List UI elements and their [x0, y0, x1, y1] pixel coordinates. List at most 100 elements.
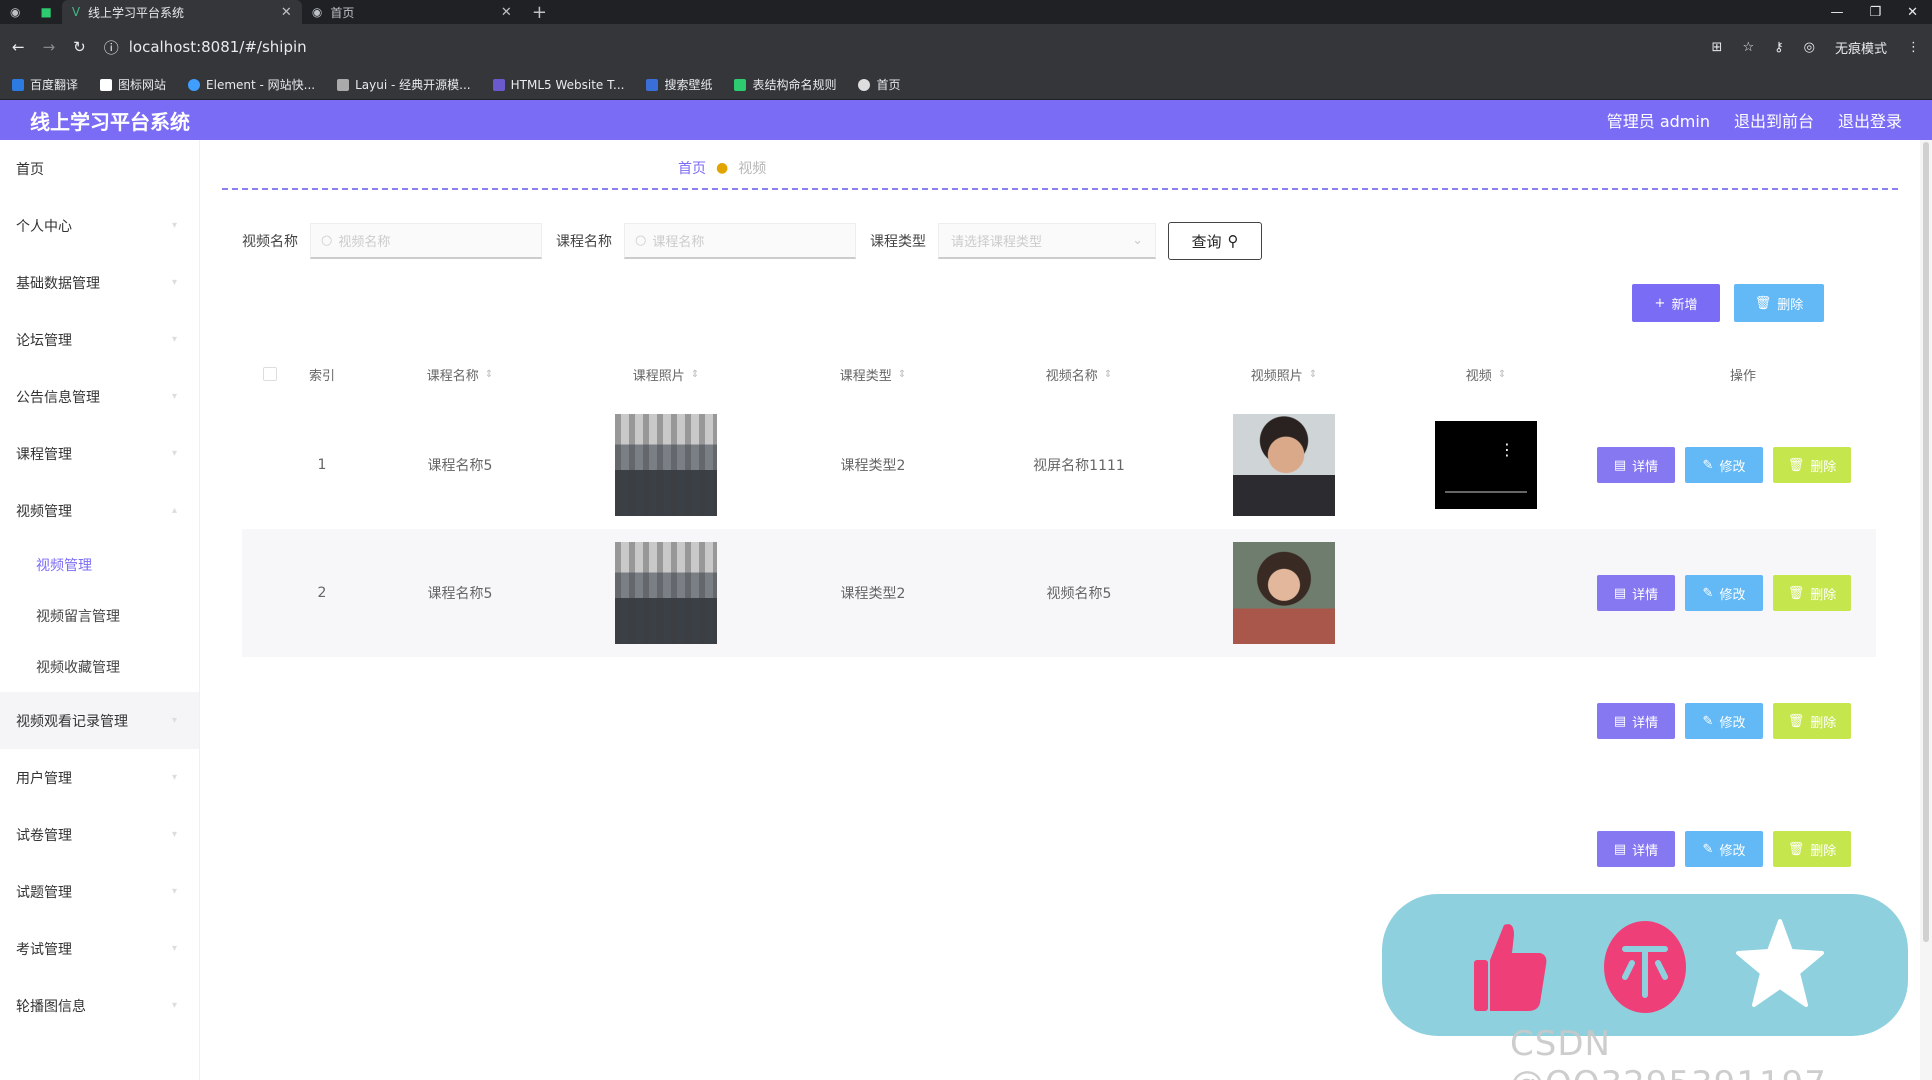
bookmark-item[interactable]: 图标网站	[100, 76, 166, 93]
sidebar-item-watch-record[interactable]: 视频观看记录管理 ▾	[0, 692, 199, 749]
pencil-icon: ✎	[1702, 457, 1714, 473]
course-photo-image[interactable]	[615, 542, 717, 644]
more-icon[interactable]: ⋮	[1907, 40, 1920, 55]
detail-button[interactable]: ▤ 详情	[1597, 703, 1675, 739]
select-all-checkbox[interactable]	[260, 367, 280, 381]
sidebar-item-question[interactable]: 试题管理 ▾	[0, 863, 199, 920]
video-player[interactable]: ⋮	[1435, 421, 1537, 509]
more-options-icon[interactable]: ⋮	[1499, 442, 1515, 458]
edit-button[interactable]: ✎ 修改	[1685, 447, 1763, 483]
header-video-photo[interactable]: 视频照片 ⇕	[1182, 365, 1386, 384]
reload-icon[interactable]: ↻	[73, 38, 86, 56]
chevron-down-icon: ▾	[171, 943, 177, 954]
video-progress-bar[interactable]	[1445, 491, 1527, 493]
coin-icon[interactable]	[1600, 915, 1690, 1015]
sidebar-subitem-video-favorite[interactable]: 视频收藏管理	[0, 641, 199, 692]
restore-icon[interactable]: ❐	[1869, 5, 1881, 20]
course-name-input[interactable]: ○ 课程名称	[624, 223, 856, 259]
browser-menu-icon[interactable]: ◉	[0, 0, 30, 24]
sidebar-item-profile[interactable]: 个人中心 ▾	[0, 197, 199, 254]
detail-button[interactable]: ▤ 详情	[1597, 831, 1675, 867]
sidebar-item-video[interactable]: 视频管理 ▴	[0, 482, 199, 539]
bookmark-label: 搜索壁纸	[664, 78, 713, 92]
bookmark-item[interactable]: HTML5 Website T...	[492, 78, 624, 92]
video-photo-image[interactable]	[1233, 542, 1335, 644]
bookmark-icon	[100, 78, 113, 91]
document-icon: ▤	[1613, 841, 1627, 857]
bookmark-item[interactable]: 百度翻译	[12, 76, 78, 93]
bookmark-item[interactable]: Layui - 经典开源模...	[337, 76, 471, 93]
sidebar-item-carousel[interactable]: 轮播图信息 ▾	[0, 977, 199, 1034]
delete-button[interactable]: 🗑 删除	[1773, 831, 1851, 867]
favorite-star-icon[interactable]	[1735, 915, 1825, 1015]
detail-button[interactable]: ▤ 详情	[1597, 447, 1675, 483]
bookmark-item[interactable]: Element - 网站快...	[188, 76, 315, 93]
forward-icon[interactable]: →	[43, 38, 56, 56]
add-button[interactable]: + 新增	[1632, 284, 1720, 322]
close-window-icon[interactable]: ✕	[1907, 5, 1918, 20]
delete-button[interactable]: 🗑 删除	[1773, 703, 1851, 739]
sidebar-item-exam[interactable]: 考试管理 ▾	[0, 920, 199, 977]
sidebar-item-notice[interactable]: 公告信息管理 ▾	[0, 368, 199, 425]
sidebar-item-basic-data[interactable]: 基础数据管理 ▾	[0, 254, 199, 311]
url-field[interactable]: ⓘ localhost:8081/#/shipin	[104, 37, 1694, 58]
course-photo-image[interactable]	[615, 414, 717, 516]
key-icon[interactable]: ⚷	[1774, 40, 1784, 55]
course-type-select[interactable]: 请选择课程类型 ⌄	[938, 223, 1156, 259]
bookmark-label: 百度翻译	[30, 78, 79, 92]
close-tab-icon[interactable]: ✕	[281, 5, 292, 20]
to-front-link[interactable]: 退出到前台	[1734, 108, 1814, 132]
header-course-photo[interactable]: 课程照片 ⇕	[566, 365, 766, 384]
address-bar: ← → ↻ ⓘ localhost:8081/#/shipin ⊞ ☆ ⚷ ◎ …	[0, 24, 1932, 70]
video-name-input[interactable]: ○ 视频名称	[310, 223, 542, 259]
edit-button[interactable]: ✎ 修改	[1685, 703, 1763, 739]
checkbox-box	[263, 367, 277, 381]
cell-video-name: 视屏名称1111	[1033, 458, 1125, 474]
sidebar-item-user[interactable]: 用户管理 ▾	[0, 749, 199, 806]
batch-delete-button[interactable]: 🗑 删除	[1734, 284, 1824, 322]
sidebar-item-home[interactable]: 首页	[0, 140, 199, 197]
star-icon[interactable]: ☆	[1742, 40, 1754, 55]
bookmark-item[interactable]: 首页	[858, 76, 901, 93]
sort-icon: ⇕	[690, 368, 700, 380]
header-video-name[interactable]: 视频名称 ⇕	[976, 365, 1182, 384]
browser-tab-home[interactable]: ◉ 首页 ✕	[302, 0, 522, 24]
page-scrollbar[interactable]	[1920, 140, 1932, 1080]
detail-button[interactable]: ▤ 详情	[1597, 575, 1675, 611]
browser-tab-bar: ◉ ■ V 线上学习平台系统 ✕ ◉ 首页 ✕ + — ❐ ✕	[0, 0, 1932, 24]
trash-icon: 🗑	[1787, 585, 1805, 601]
breadcrumb-home[interactable]: 首页	[678, 158, 706, 178]
app-header: 线上学习平台系统 管理员 admin 退出到前台 退出登录	[0, 100, 1932, 140]
close-tab-icon[interactable]: ✕	[501, 5, 512, 20]
bookmark-label: Element - 网站快...	[206, 78, 316, 92]
sidebar-subitem-video-comment[interactable]: 视频留言管理	[0, 590, 199, 641]
delete-button[interactable]: 🗑 删除	[1773, 447, 1851, 483]
sidebar-subitem-video[interactable]: 视频管理	[0, 539, 199, 590]
delete-button[interactable]: 🗑 删除	[1773, 575, 1851, 611]
edit-button[interactable]: ✎ 修改	[1685, 831, 1763, 867]
app-title: 线上学习平台系统	[30, 109, 190, 134]
edit-button[interactable]: ✎ 修改	[1685, 575, 1763, 611]
sidebar-item-paper[interactable]: 试卷管理 ▾	[0, 806, 199, 863]
header-video[interactable]: 视频 ⇕	[1386, 365, 1586, 384]
sidebar-item-course[interactable]: 课程管理 ▾	[0, 425, 199, 482]
sidebar-item-label: 论坛管理	[16, 332, 72, 349]
back-icon[interactable]: ←	[12, 38, 25, 56]
browser-tab-active[interactable]: V 线上学习平台系统 ✕	[61, 0, 302, 24]
scrollbar-thumb[interactable]	[1923, 142, 1929, 942]
bookmark-item[interactable]: 搜索壁纸	[646, 76, 712, 93]
incognito-icon[interactable]: ◎	[1804, 40, 1815, 55]
minimize-icon[interactable]: —	[1830, 5, 1843, 20]
header-course-name[interactable]: 课程名称 ⇕	[360, 365, 560, 384]
thumbs-up-icon[interactable]	[1465, 915, 1555, 1015]
header-label: 索引	[308, 368, 335, 384]
cell-video-photo	[1182, 401, 1386, 529]
video-photo-image[interactable]	[1233, 414, 1335, 516]
new-tab-button[interactable]: +	[522, 0, 557, 24]
logout-link[interactable]: 退出登录	[1838, 108, 1902, 132]
bookmark-item[interactable]: 表结构命名规则	[734, 76, 836, 93]
query-button[interactable]: 查询 ⚲	[1168, 222, 1262, 260]
header-course-type[interactable]: 课程类型 ⇕	[770, 365, 976, 384]
translate-icon[interactable]: ⊞	[1712, 40, 1723, 55]
sidebar-item-forum[interactable]: 论坛管理 ▾	[0, 311, 199, 368]
